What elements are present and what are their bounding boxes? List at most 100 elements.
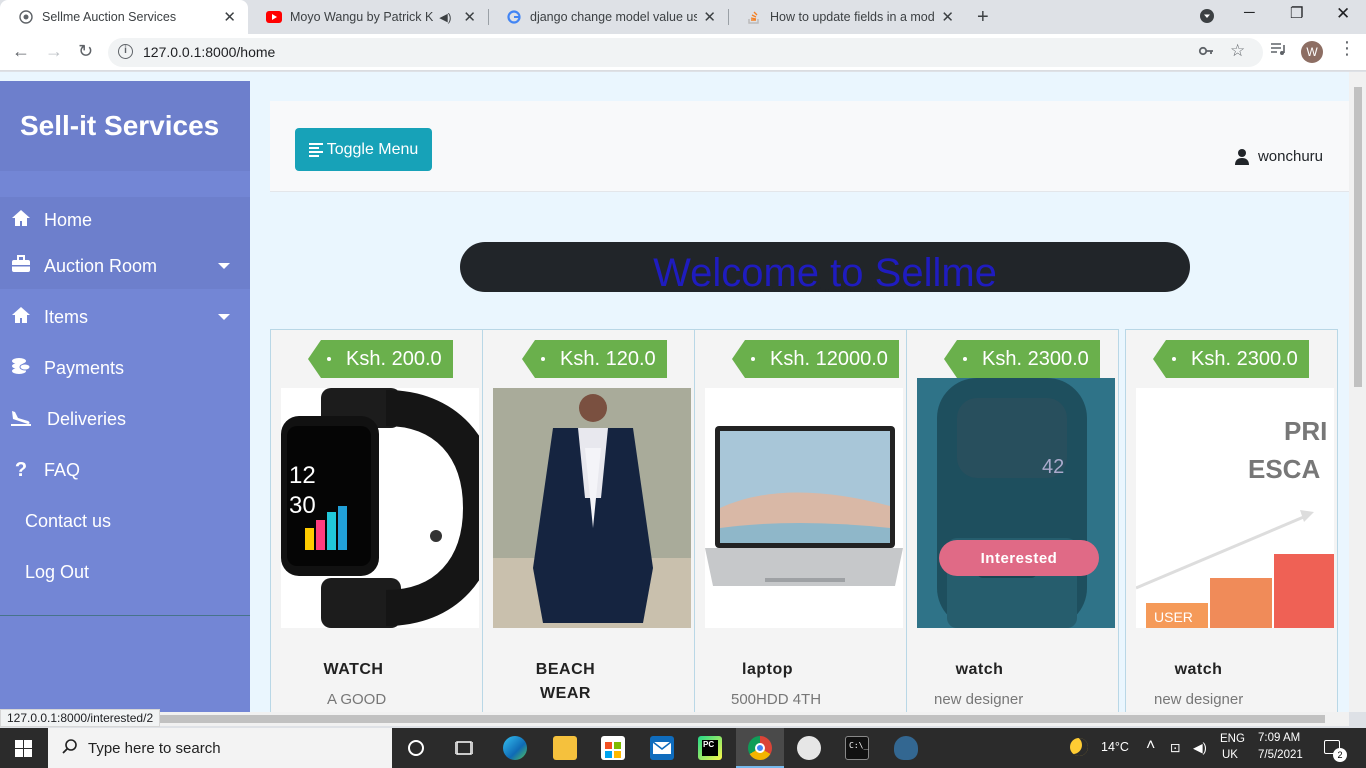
clock-app-icon[interactable] [797, 736, 821, 760]
toggle-menu-label: Toggle Menu [326, 140, 419, 158]
info-icon[interactable]: i [118, 44, 133, 59]
close-icon[interactable]: ✕ [941, 8, 954, 26]
sidebar-item-auction-room[interactable]: Auction Room [0, 243, 250, 289]
tab-stackoverflow[interactable]: How to update fields in a model ✕ [728, 0, 966, 34]
sidebar-item-deliveries[interactable]: Deliveries [0, 396, 250, 442]
sidebar-item-contact[interactable]: Contact us [0, 498, 250, 544]
profile-avatar[interactable]: W [1301, 41, 1323, 63]
price-tag: Ksh. 2300.0 [944, 340, 1100, 378]
product-name: watch [1174, 661, 1223, 678]
close-icon[interactable]: ✕ [223, 8, 236, 26]
product-grid: Ksh. 200.0 12 30 WATCH A GOOD Ksh. 120.0… [270, 329, 1338, 712]
vertical-scrollbar[interactable] [1349, 72, 1366, 712]
product-image [705, 388, 903, 628]
reload-icon[interactable]: ↻ [78, 41, 93, 62]
sidebar-item-faq[interactable]: ? FAQ [0, 447, 250, 493]
address-bar[interactable]: i 127.0.0.1:8000/home ☆ [108, 38, 1263, 67]
welcome-banner: RECENT ITEMS Welcome to Sellme [460, 242, 1190, 292]
task-view-icon[interactable] [454, 739, 474, 762]
key-icon[interactable] [1198, 43, 1214, 64]
windows-start-icon[interactable] [15, 740, 32, 762]
search-placeholder: Type here to search [88, 739, 221, 757]
product-card[interactable]: Ksh. 12000.0 laptop 500HDD 4TH [694, 329, 907, 712]
sidebar-item-payments[interactable]: Payments [0, 345, 250, 391]
close-icon[interactable]: ✕ [703, 8, 716, 26]
product-card[interactable]: Ksh. 2300.0 PRI ESCA USER watch new desi… [1125, 329, 1338, 712]
close-window-icon[interactable]: ✕ [1336, 4, 1350, 24]
network-icon[interactable]: ⊡ [1170, 740, 1180, 755]
volume-icon[interactable]: ◀) [1193, 740, 1207, 755]
address-url[interactable]: 127.0.0.1:8000/home [143, 44, 275, 60]
google-icon [506, 9, 522, 25]
new-tab-button[interactable]: + [977, 6, 989, 29]
interested-button[interactable]: Interested [939, 540, 1099, 576]
sidebar-item-label: Payments [44, 357, 125, 378]
sidebar-item-label: Deliveries [47, 408, 127, 429]
speaker-icon[interactable]: ◀) [439, 11, 451, 24]
menu-dots-icon[interactable]: ⋮ [1338, 38, 1356, 59]
home-icon [10, 306, 32, 329]
edge-icon[interactable] [503, 736, 527, 760]
product-description: new designer [934, 691, 1024, 708]
sidebar-item-label: Home [44, 209, 93, 230]
sidebar-item-logout[interactable]: Log Out [0, 549, 250, 595]
language-code[interactable]: ENG [1220, 733, 1245, 745]
browser-toolbar: ← → ↻ i 127.0.0.1:8000/home ☆ ⋮ [0, 34, 1366, 71]
back-icon[interactable]: ← [12, 41, 30, 62]
star-icon[interactable]: ☆ [1230, 41, 1245, 61]
user-menu[interactable]: wonchuru [1234, 148, 1323, 165]
tab-title: django change model value using [530, 10, 698, 24]
tab-search-icon[interactable] [1199, 8, 1215, 28]
media-control-icon[interactable] [1270, 41, 1286, 62]
tab-title: How to update fields in a model [770, 10, 936, 24]
sidebar-item-label: Contact us [25, 510, 112, 531]
weather-icon[interactable] [1070, 738, 1088, 756]
product-card[interactable]: Ksh. 200.0 12 30 WATCH A GOOD [270, 329, 483, 712]
product-card[interactable]: Ksh. 120.0 BEACH WEAR [482, 329, 695, 712]
status-bar-url: 127.0.0.1:8000/interested/2 [0, 709, 161, 727]
coins-icon [10, 357, 32, 380]
mail-icon[interactable] [650, 736, 674, 760]
terminal-icon[interactable]: C:\_ [845, 736, 869, 760]
user-icon [1234, 148, 1249, 165]
language-region[interactable]: UK [1222, 749, 1238, 761]
scrollbar-thumb[interactable] [155, 715, 1325, 723]
sidebar-title: Sell-it Services [0, 81, 250, 171]
pycharm-icon[interactable]: PC [698, 736, 722, 760]
tab-youtube[interactable]: Moyo Wangu by Patrick Kub ◀) ✕ [248, 0, 488, 34]
product-image [493, 388, 691, 628]
question-icon: ? [14, 458, 28, 481]
sidebar: Sell-it Services Home Auction Room Items [0, 81, 250, 712]
briefcase-icon [10, 254, 32, 278]
forward-icon[interactable]: → [45, 41, 63, 62]
home-icon [10, 209, 32, 232]
tab-google[interactable]: django change model value using ✕ [488, 0, 728, 34]
product-description: new designer [1154, 691, 1244, 708]
maximize-icon[interactable]: ❐ [1290, 4, 1303, 22]
temperature[interactable]: 14°C [1101, 740, 1129, 754]
store-icon[interactable] [601, 736, 625, 760]
product-name: BEACH WEAR [535, 661, 596, 702]
sidebar-item-label: Log Out [25, 561, 90, 582]
chrome-icon[interactable] [748, 736, 772, 760]
tab-sellme[interactable]: Sellme Auction Services ✕ [0, 0, 248, 34]
chevron-up-icon[interactable]: ˄ [1146, 737, 1155, 755]
postgres-icon[interactable] [894, 736, 918, 760]
minimize-icon[interactable]: ─ [1244, 4, 1255, 21]
sidebar-divider [0, 615, 250, 616]
product-image: 42 Interested [917, 378, 1115, 628]
scrollbar-thumb[interactable] [1354, 87, 1362, 387]
taskbar-search-input[interactable]: Type here to search [48, 728, 392, 768]
sidebar-item-home[interactable]: Home [0, 197, 250, 243]
cortana-icon[interactable] [408, 740, 424, 756]
close-icon[interactable]: ✕ [463, 8, 476, 26]
product-card[interactable]: Ksh. 2300.0 42 Interested watch new desi… [906, 329, 1119, 712]
toggle-menu-button[interactable]: Toggle Menu [295, 128, 432, 171]
horizontal-scrollbar[interactable] [0, 712, 1349, 726]
product-name: WATCH [323, 661, 384, 678]
sidebar-item-items[interactable]: Items [0, 294, 250, 340]
clock-date[interactable]: 7/5/2021 [1258, 749, 1303, 761]
file-explorer-icon[interactable] [553, 736, 577, 760]
clock-time[interactable]: 7:09 AM [1258, 732, 1300, 744]
sidebar-item-label: Auction Room [44, 255, 158, 276]
